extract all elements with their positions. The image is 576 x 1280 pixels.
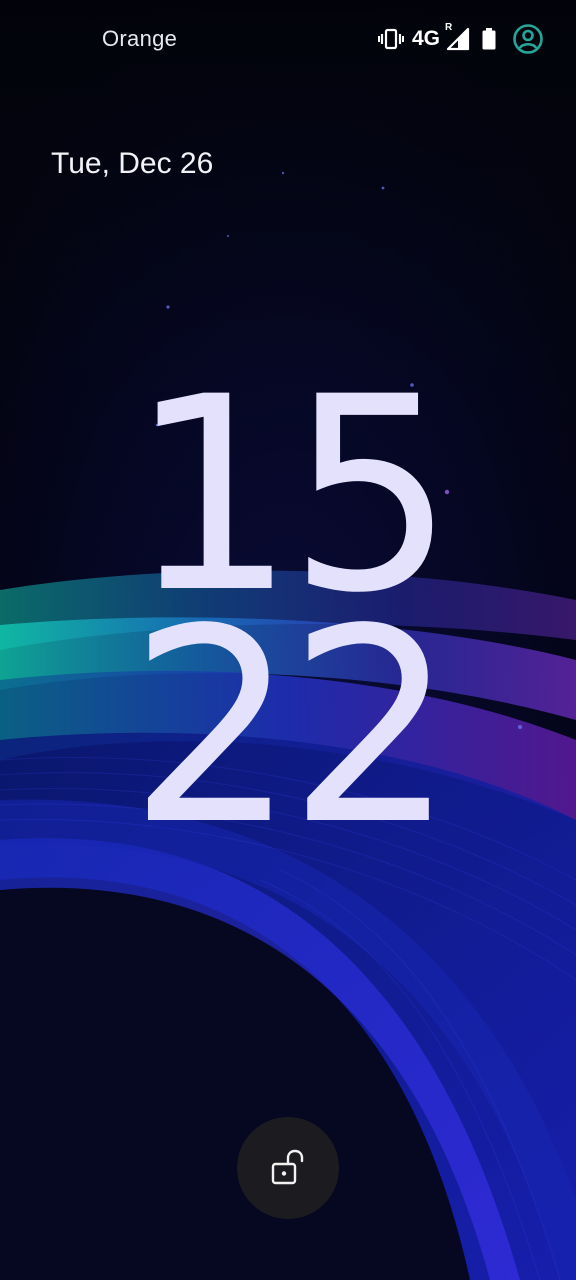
battery-icon — [482, 28, 496, 50]
user-icon[interactable] — [512, 23, 544, 55]
lock-open-icon — [271, 1149, 304, 1185]
vibrate-icon — [377, 28, 404, 50]
lock-screen: Orange 4G R Tue, Dec 26 15 22 — [0, 0, 576, 1280]
lockscreen-date: Tue, Dec 26 — [51, 147, 214, 180]
lockscreen-clock: 15 22 — [0, 362, 576, 884]
carrier-name: Orange — [102, 26, 178, 51]
unlock-button[interactable] — [237, 1117, 339, 1219]
status-bar: Orange 4G R — [0, 0, 576, 78]
roaming-indicator: R — [445, 22, 453, 33]
signal-indicator: R — [445, 22, 470, 51]
status-icons: 4G R — [377, 22, 544, 56]
clock-minutes: 22 — [128, 572, 455, 884]
network-type: 4G — [411, 27, 440, 50]
